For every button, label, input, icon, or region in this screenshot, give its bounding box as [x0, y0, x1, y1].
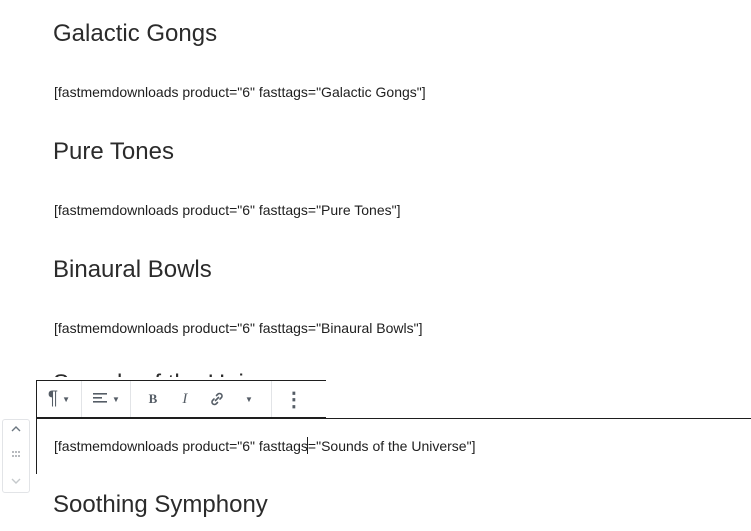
italic-button[interactable]: I: [169, 381, 201, 417]
shortcode-paragraph[interactable]: [fastmemdownloads product="6" fasttags="…: [54, 318, 423, 338]
heading-galactic-gongs[interactable]: Galactic Gongs: [53, 19, 217, 49]
format-group: B I ▼: [131, 381, 272, 417]
more-options-button[interactable]: ⋮: [278, 381, 310, 417]
chevron-up-icon[interactable]: [11, 424, 21, 436]
heading-binaural-bowls[interactable]: Binaural Bowls: [53, 255, 212, 285]
heading-soothing-symphony[interactable]: Soothing Symphony: [53, 490, 268, 520]
block-mover: [2, 419, 30, 493]
shortcode-text-before-caret: [fastmemdownloads product="6" fasttags: [54, 438, 308, 454]
heading-pure-tones[interactable]: Pure Tones: [53, 137, 174, 167]
link-button[interactable]: [201, 381, 233, 417]
align-left-icon: [93, 393, 107, 403]
align-button[interactable]: ▼: [88, 381, 124, 417]
align-group: ▼: [82, 381, 131, 417]
link-icon: [211, 392, 223, 406]
options-group: ⋮: [272, 381, 316, 417]
shortcode-paragraph[interactable]: [fastmemdownloads product="6" fasttags="…: [54, 200, 400, 220]
bold-icon: B: [148, 391, 158, 406]
italic-icon: I: [182, 390, 188, 407]
chevron-down-icon: ▼: [112, 394, 120, 404]
chevron-down-icon: ▼: [244, 394, 253, 404]
drag-handle-icon[interactable]: [11, 450, 21, 463]
paragraph-icon: ¶: [47, 388, 59, 409]
more-formatting-button[interactable]: ▼: [233, 381, 265, 417]
block-type-group: ¶ ▼: [37, 381, 82, 417]
bold-button[interactable]: B: [137, 381, 169, 417]
shortcode-paragraph-active[interactable]: [fastmemdownloads product="6" fasttags="…: [54, 436, 475, 456]
chevron-down-icon: ▼: [62, 394, 71, 404]
shortcode-text-after-caret: ="Sounds of the Universe"]: [307, 438, 476, 454]
chevron-down-icon[interactable]: [11, 476, 21, 488]
block-toolbar: ¶ ▼ ▼ B I ▼ ⋮: [36, 380, 326, 418]
more-vertical-icon: ⋮: [283, 388, 304, 411]
block-type-button[interactable]: ¶ ▼: [43, 381, 75, 417]
shortcode-paragraph[interactable]: [fastmemdownloads product="6" fasttags="…: [54, 82, 426, 102]
